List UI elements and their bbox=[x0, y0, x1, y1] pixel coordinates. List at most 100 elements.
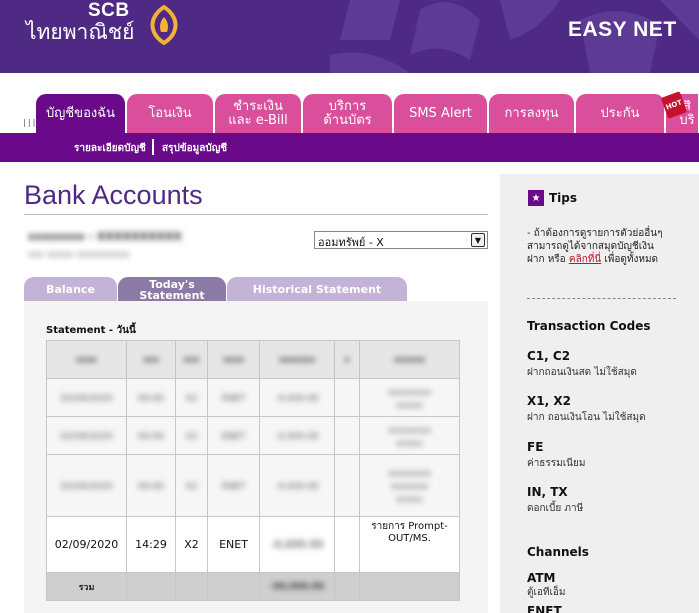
account-name-redacted: xxxxxxxx - XXXXXXXXXX bbox=[28, 230, 182, 243]
nav-tab-transfer[interactable]: โอนเงิน bbox=[127, 94, 214, 133]
table-cell: X2 bbox=[175, 378, 208, 417]
table-cell: X2 bbox=[175, 454, 208, 517]
main-nav: ||| บัญชีของฉัน โอนเงิน ชำระเงิน และ e-B… bbox=[0, 94, 699, 133]
account-select-value: ออมทรัพย์ - X bbox=[318, 236, 384, 249]
cell-date: 02/09/2020 bbox=[46, 516, 127, 573]
table-header-row: xxxx xxx xxx xxxx xxxxxxx x xxxxxx bbox=[46, 340, 460, 379]
account-select[interactable]: ออมทรัพย์ - X ▼ bbox=[314, 231, 488, 249]
col-header: xxx bbox=[126, 340, 176, 379]
table-row-redacted: 02/09/2020 00:00 X2 ENET -0,000.00 xxxxx… bbox=[46, 454, 460, 517]
tips-text-end: เพื่อดูทั้งหมด bbox=[604, 254, 659, 265]
star-icon: ★ bbox=[528, 190, 544, 206]
cell-code: X2 bbox=[175, 516, 208, 573]
tips-link[interactable]: คลิกที่นี่ bbox=[569, 254, 601, 265]
code-desc: ค่าธรรมเนียม bbox=[527, 458, 586, 469]
col-header: xxxxxxx bbox=[259, 340, 335, 379]
table-cell: 00:00 bbox=[126, 378, 176, 417]
title-divider bbox=[24, 214, 488, 215]
table-cell bbox=[334, 416, 360, 455]
statement-table: xxxx xxx xxx xxxx xxxxxxx x xxxxxx 02/09… bbox=[46, 340, 460, 601]
nav-tab-label: SMS Alert bbox=[409, 105, 472, 121]
cell-description: รายการ Prompt- OUT/MS. bbox=[359, 516, 460, 573]
code-label: X1, X2 bbox=[527, 394, 571, 408]
cell-channel: ENET bbox=[207, 516, 260, 573]
tab-label: Balance bbox=[46, 283, 95, 296]
table-cell bbox=[334, 454, 360, 517]
nav-tab-bill-payment[interactable]: ชำระเงิน และ e-Bill bbox=[215, 94, 302, 133]
table-cell: xxxxxxxx xxxxx bbox=[359, 416, 460, 455]
subnav-account-detail[interactable]: รายละเอียดบัญชี bbox=[74, 141, 146, 156]
nav-tab-insurance[interactable]: ประกัน bbox=[576, 94, 665, 133]
code-desc: ดอกเบี้ย ภาษี bbox=[527, 503, 584, 514]
table-cell bbox=[175, 572, 208, 601]
channel-label: ENET bbox=[527, 604, 562, 613]
code-label: IN, TX bbox=[527, 485, 568, 499]
account-sub-redacted: xxx xxxxx xxxxxxxxxx bbox=[28, 250, 130, 260]
table-cell: -0,000.00 bbox=[259, 454, 335, 517]
col-header: xxx bbox=[175, 340, 208, 379]
tab-historical-statement[interactable]: Historical Statement bbox=[227, 277, 407, 302]
col-header: xxxx bbox=[46, 340, 127, 379]
table-cell bbox=[359, 572, 460, 601]
table-cell bbox=[334, 378, 360, 417]
subnav-account-summary[interactable]: สรุปข้อมูลบัญชี bbox=[162, 141, 227, 156]
tips-header: ★ Tips bbox=[528, 190, 577, 206]
table-cell: ENET bbox=[207, 378, 260, 417]
table-cell: 02/09/2020 bbox=[46, 378, 127, 417]
page-title: Bank Accounts bbox=[24, 180, 203, 210]
col-header: xxxx bbox=[207, 340, 260, 379]
table-cell: ENET bbox=[207, 416, 260, 455]
table-cell bbox=[207, 572, 260, 601]
table-cell: ENET bbox=[207, 454, 260, 517]
total-label: รวม bbox=[46, 572, 127, 601]
table-cell: 02/09/2020 bbox=[46, 416, 127, 455]
subnav-divider bbox=[152, 139, 154, 155]
table-cell: -0,000.00 bbox=[259, 378, 335, 417]
nav-tab-label: ประกัน bbox=[600, 105, 640, 121]
code-desc: ฝากถอนเงินสด ไม่ใช้สมุด bbox=[527, 367, 637, 378]
tips-title: Tips bbox=[549, 191, 578, 205]
code-label: C1, C2 bbox=[527, 349, 571, 363]
table-cell: -0,000.00 bbox=[259, 416, 335, 455]
nav-handle-icon[interactable]: ||| bbox=[22, 118, 36, 127]
col-header: x bbox=[334, 340, 360, 379]
tab-todays-statement[interactable]: Today's Statement bbox=[118, 277, 226, 302]
table-cell bbox=[334, 516, 360, 573]
nav-tab-investment[interactable]: การลงทุน bbox=[489, 94, 575, 133]
chevron-down-icon[interactable]: ▼ bbox=[471, 233, 485, 247]
table-cell: 02/09/2020 bbox=[46, 454, 127, 517]
table-cell: xxxxxxxx xxxxx bbox=[359, 378, 460, 417]
col-header: xxxxxx bbox=[359, 340, 460, 379]
table-cell: xxxxxxxx xxxxxxx xxxxx bbox=[359, 454, 460, 517]
channels-title: Channels bbox=[527, 545, 589, 559]
nav-tab-label: ชำระเงิน และ e-Bill bbox=[228, 98, 288, 128]
table-cell bbox=[126, 572, 176, 601]
table-row-redacted: 02/09/2020 00:00 X2 ENET -0,000.00 xxxxx… bbox=[46, 416, 460, 455]
cell-amount-redacted: -0,000.00 bbox=[259, 516, 335, 573]
tips-body: - ถ้าต้องการดูรายการตัวย่ออื่นๆ สามารถดู… bbox=[527, 227, 667, 266]
table-row-redacted: 02/09/2020 00:00 X2 ENET -0,000.00 xxxxx… bbox=[46, 378, 460, 417]
nav-tab-label: บริการ ด้านบัตร bbox=[323, 98, 372, 128]
table-total-row: รวม -00,000.00 bbox=[46, 572, 460, 601]
scb-emblem-icon bbox=[150, 5, 178, 45]
nav-tab-sms-alert[interactable]: SMS Alert bbox=[394, 94, 488, 133]
app-header: SCB ไทยพาณิชย์ EASY NET bbox=[0, 0, 699, 73]
tab-label: Today's Statement bbox=[139, 277, 205, 302]
table-cell bbox=[334, 572, 360, 601]
table-cell: 00:00 bbox=[126, 416, 176, 455]
tab-balance[interactable]: Balance bbox=[24, 277, 117, 302]
channel-desc: ตู้เอทีเอ็ม bbox=[527, 587, 566, 598]
transaction-codes-title: Transaction Codes bbox=[527, 319, 651, 333]
total-amount-redacted: -00,000.00 bbox=[259, 572, 335, 601]
tab-label: Historical Statement bbox=[252, 283, 382, 296]
statement-label: Statement - วันนี้ bbox=[46, 325, 136, 336]
nav-tab-my-accounts[interactable]: บัญชีของฉัน bbox=[36, 94, 126, 133]
logo-thai-text: ไทยพาณิชย์ bbox=[26, 20, 135, 44]
table-cell: 00:00 bbox=[126, 454, 176, 517]
code-desc: ฝาก ถอนเงินโอน ไม่ใช้สมุด bbox=[527, 412, 646, 423]
product-name: EASY NET bbox=[568, 18, 677, 41]
table-cell: X2 bbox=[175, 416, 208, 455]
nav-tab-label: การลงทุน bbox=[504, 105, 559, 121]
nav-tab-label: โอนเงิน bbox=[148, 105, 192, 121]
nav-tab-card-services[interactable]: บริการ ด้านบัตร bbox=[303, 94, 393, 133]
